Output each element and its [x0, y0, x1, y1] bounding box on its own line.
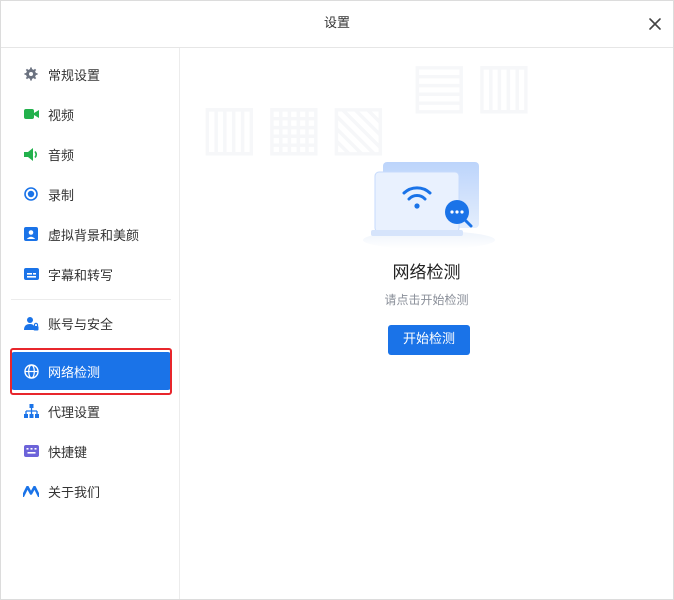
subtitle-icon [23, 266, 39, 282]
sidebar-item-video[interactable]: 视频 [11, 95, 171, 133]
background-watermark: ▤▥ [410, 48, 540, 121]
gear-icon [23, 66, 39, 82]
start-test-button[interactable]: 开始检测 [388, 325, 470, 355]
background-watermark: ▥▦▧ [200, 90, 394, 163]
sidebar-item-about[interactable]: 关于我们 [11, 472, 171, 510]
sidebar-item-label: 常规设置 [48, 68, 101, 84]
record-icon [23, 186, 39, 202]
sidebar-item-proxy[interactable]: 代理设置 [11, 392, 171, 430]
network-tree-icon [23, 403, 39, 419]
keyboard-icon [23, 443, 39, 459]
settings-sidebar: 常规设置 视频 音频 录制 虚拟背景和美颜 字幕和转写 账号与安全 网络检测 代… [1, 48, 180, 599]
sidebar-item-label: 字幕和转写 [48, 268, 114, 284]
sidebar-item-label: 账号与安全 [48, 317, 114, 333]
sidebar-item-label: 关于我们 [48, 485, 101, 501]
video-camera-icon [23, 106, 39, 122]
title-bar: 设置 [1, 1, 673, 48]
sidebar-item-record[interactable]: 录制 [11, 175, 171, 213]
sidebar-item-label: 快捷键 [48, 445, 88, 461]
network-test-heading: 网络检测 [392, 263, 461, 283]
sidebar-item-network-test[interactable]: 网络检测 [11, 352, 171, 390]
sidebar-item-label: 音频 [48, 148, 75, 164]
sidebar-item-shortcuts[interactable]: 快捷键 [11, 432, 171, 470]
window-title: 设置 [323, 16, 350, 31]
sidebar-item-subtitles[interactable]: 字幕和转写 [11, 255, 171, 293]
sidebar-item-audio[interactable]: 音频 [11, 135, 171, 173]
sidebar-item-general[interactable]: 常规设置 [11, 55, 171, 93]
brand-logo-icon [23, 483, 39, 499]
sidebar-item-label: 录制 [48, 188, 75, 204]
sidebar-item-label: 代理设置 [48, 405, 101, 421]
user-lock-icon [23, 315, 39, 331]
settings-window: 设置 常规设置 视频 音频 录制 虚拟背景和美颜 字幕和转写 账号与安全 网络检… [0, 0, 674, 600]
close-icon[interactable] [645, 14, 665, 34]
speaker-icon [23, 146, 39, 162]
sidebar-item-label: 网络检测 [48, 365, 101, 381]
globe-icon [23, 363, 39, 379]
network-test-subtitle: 请点击开始检测 [384, 293, 469, 307]
person-portrait-icon [23, 226, 39, 242]
sidebar-item-account-security[interactable]: 账号与安全 [11, 304, 171, 342]
sidebar-item-label: 视频 [48, 108, 75, 124]
network-test-panel: ▥▦▧ ▤▥ 网络检测 请点击开始检测 开始检测 [180, 48, 673, 599]
sidebar-divider [11, 299, 171, 300]
sidebar-item-virtual-background[interactable]: 虚拟背景和美颜 [11, 215, 171, 253]
sidebar-item-label: 虚拟背景和美颜 [48, 228, 140, 244]
network-illustration [361, 160, 497, 250]
